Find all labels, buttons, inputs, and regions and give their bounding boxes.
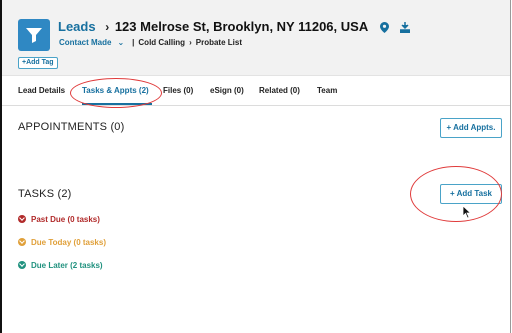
task-group-label: Past Due (0 tasks) bbox=[31, 215, 100, 224]
add-appointment-button[interactable]: + Add Appts. bbox=[440, 118, 502, 138]
appointments-heading: APPOINTMENTS (0) bbox=[18, 121, 125, 133]
tab-lead-details[interactable]: Lead Details bbox=[18, 86, 65, 95]
mouse-pointer-icon bbox=[462, 205, 472, 224]
property-icon[interactable] bbox=[399, 21, 412, 36]
task-group-label: Due Today (0 tasks) bbox=[31, 238, 106, 247]
highlight-annotation bbox=[410, 166, 502, 222]
tab-related[interactable]: Related (0) bbox=[259, 86, 300, 95]
divider: | bbox=[132, 38, 135, 47]
tab-files[interactable]: Files (0) bbox=[163, 86, 193, 95]
tab-esign[interactable]: eSign (0) bbox=[210, 86, 244, 95]
map-pin-icon[interactable] bbox=[379, 21, 389, 36]
window-edge-right bbox=[510, 0, 511, 333]
tasks-heading: TASKS (2) bbox=[18, 188, 72, 200]
campaign-label: Cold Calling bbox=[138, 38, 186, 47]
lead-meta: Contact Made ⌄ | Cold Calling › Probate List bbox=[59, 38, 242, 47]
chevron-right-icon: › bbox=[105, 20, 110, 34]
task-group-label: Due Later (2 tasks) bbox=[31, 261, 103, 270]
task-group-past-due[interactable]: Past Due (0 tasks) bbox=[18, 215, 100, 224]
lead-address: 123 Melrose St, Brooklyn, NY 11206, USA bbox=[114, 19, 369, 34]
chevron-right-icon: › bbox=[189, 38, 192, 47]
chevron-down-icon bbox=[18, 215, 26, 223]
add-tag-button[interactable]: +Add Tag bbox=[18, 57, 58, 69]
lead-header: Leads › 123 Melrose St, Brooklyn, NY 112… bbox=[2, 0, 510, 76]
status-dropdown[interactable]: Contact Made bbox=[59, 38, 111, 47]
chevron-right-icon bbox=[18, 261, 26, 269]
chevron-down-icon bbox=[18, 238, 26, 246]
breadcrumb-leads-link[interactable]: Leads bbox=[58, 19, 96, 34]
task-group-due-later[interactable]: Due Later (2 tasks) bbox=[18, 261, 103, 270]
chevron-down-icon[interactable]: ⌄ bbox=[117, 38, 124, 47]
lead-funnel-icon bbox=[18, 19, 50, 51]
task-group-due-today[interactable]: Due Today (0 tasks) bbox=[18, 238, 106, 247]
list-label: Probate List bbox=[195, 38, 242, 47]
tab-team[interactable]: Team bbox=[317, 86, 337, 95]
highlight-annotation bbox=[70, 78, 162, 108]
lead-title: Leads › 123 Melrose St, Brooklyn, NY 112… bbox=[58, 19, 412, 36]
